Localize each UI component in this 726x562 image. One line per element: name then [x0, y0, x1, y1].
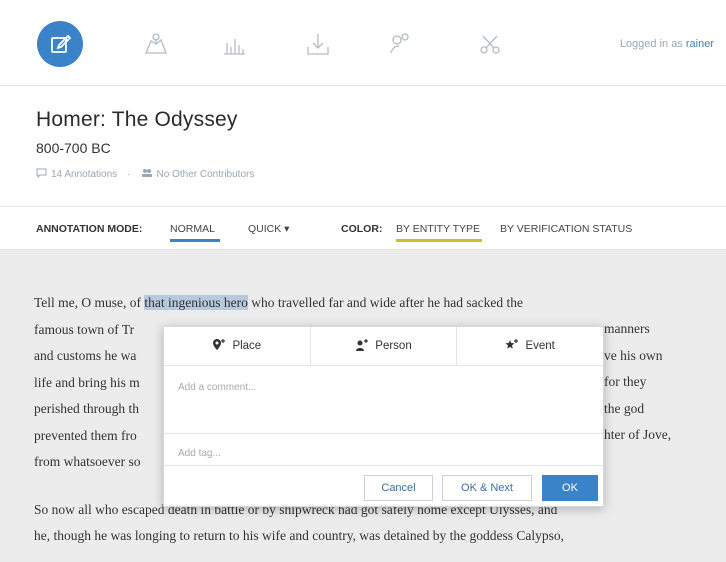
- text-line: prevented them fro: [34, 427, 137, 443]
- annotation-toolbar: ANNOTATION MODE: NORMAL QUICK ▾ COLOR: B…: [0, 206, 726, 250]
- download-icon[interactable]: [296, 22, 340, 66]
- tab-event[interactable]: Event: [457, 327, 603, 365]
- annotation-count[interactable]: 14 Annotations: [51, 169, 117, 180]
- document-date: 800-700 BC: [36, 140, 111, 156]
- contributors-info: No Other Contributors: [156, 169, 255, 180]
- ok-next-button[interactable]: OK & Next: [442, 475, 532, 501]
- text-fragment: the god: [604, 400, 645, 416]
- chart-icon[interactable]: [212, 22, 256, 66]
- document-header: Homer: The Odyssey 800-700 BC 14 Annotat…: [0, 86, 726, 206]
- text-line: famous town of Tr: [34, 321, 135, 337]
- text-line: perished through th: [34, 401, 139, 416]
- text-right-fragments: manners ve his own for they the god hter…: [604, 316, 714, 449]
- text-fragment: hter of Jove,: [604, 427, 672, 442]
- separator-dot: ·: [127, 169, 131, 180]
- tag-input[interactable]: Add tag...: [178, 448, 221, 459]
- contributors-icon: [141, 168, 153, 181]
- annotation-mode-label: ANNOTATION MODE:: [36, 223, 143, 235]
- text-fragment: ve his own: [604, 347, 663, 363]
- people-icon[interactable]: [378, 22, 422, 66]
- popup-divider: [164, 465, 603, 466]
- color-label: COLOR:: [341, 223, 383, 235]
- text-segment: Tell me, O muse, of: [34, 295, 145, 310]
- mode-normal-tab[interactable]: NORMAL: [170, 223, 215, 235]
- ok-button[interactable]: OK: [542, 475, 598, 501]
- document-meta: 14 Annotations · No Other Contributors: [36, 168, 254, 181]
- color-by-verification-tab[interactable]: BY VERIFICATION STATUS: [500, 223, 632, 235]
- selected-text-highlight[interactable]: that ingenious hero: [144, 295, 248, 310]
- popup-divider: [164, 433, 603, 434]
- place-add-icon: [212, 338, 226, 355]
- tab-place[interactable]: Place: [164, 327, 311, 365]
- edit-icon[interactable]: [37, 21, 83, 67]
- person-add-icon: [355, 338, 369, 355]
- event-add-icon: [505, 338, 519, 355]
- annotation-popup: Place Person Event Add a comment... Add …: [163, 326, 604, 507]
- login-prefix: Logged in as: [619, 38, 683, 50]
- cancel-button[interactable]: Cancel: [364, 475, 433, 501]
- tab-place-label: Place: [232, 340, 262, 352]
- text-segment: who travelled far and wide after he had …: [247, 295, 524, 310]
- map-icon[interactable]: [134, 22, 178, 66]
- color-by-entity-tab[interactable]: BY ENTITY TYPE: [396, 223, 480, 235]
- tab-person[interactable]: Person: [311, 327, 458, 365]
- login-status: Logged in as rainer: [620, 38, 714, 50]
- color-entity-underline: [396, 239, 482, 242]
- comment-input[interactable]: Add a comment...: [178, 382, 256, 393]
- text-fragment: for they: [604, 374, 647, 389]
- tab-event-label: Event: [525, 340, 555, 352]
- comment-icon: [36, 168, 47, 181]
- text-fragment: manners: [604, 321, 650, 336]
- login-user-link[interactable]: rainer: [686, 38, 714, 50]
- text-line: life and bring his m: [34, 374, 140, 390]
- mode-quick-dropdown[interactable]: QUICK ▾: [248, 223, 289, 235]
- tools-icon[interactable]: [468, 22, 512, 66]
- page-title: Homer: The Odyssey: [36, 108, 238, 131]
- tab-person-label: Person: [375, 340, 412, 352]
- text-line: he, though he was longing to return to h…: [34, 528, 565, 543]
- text-line: from whatsoever so: [34, 454, 141, 469]
- mode-normal-underline: [170, 239, 220, 242]
- entity-type-tabs: Place Person Event: [164, 327, 603, 366]
- text-line: and customs he wa: [34, 348, 137, 363]
- top-navigation: Logged in as rainer: [0, 0, 726, 86]
